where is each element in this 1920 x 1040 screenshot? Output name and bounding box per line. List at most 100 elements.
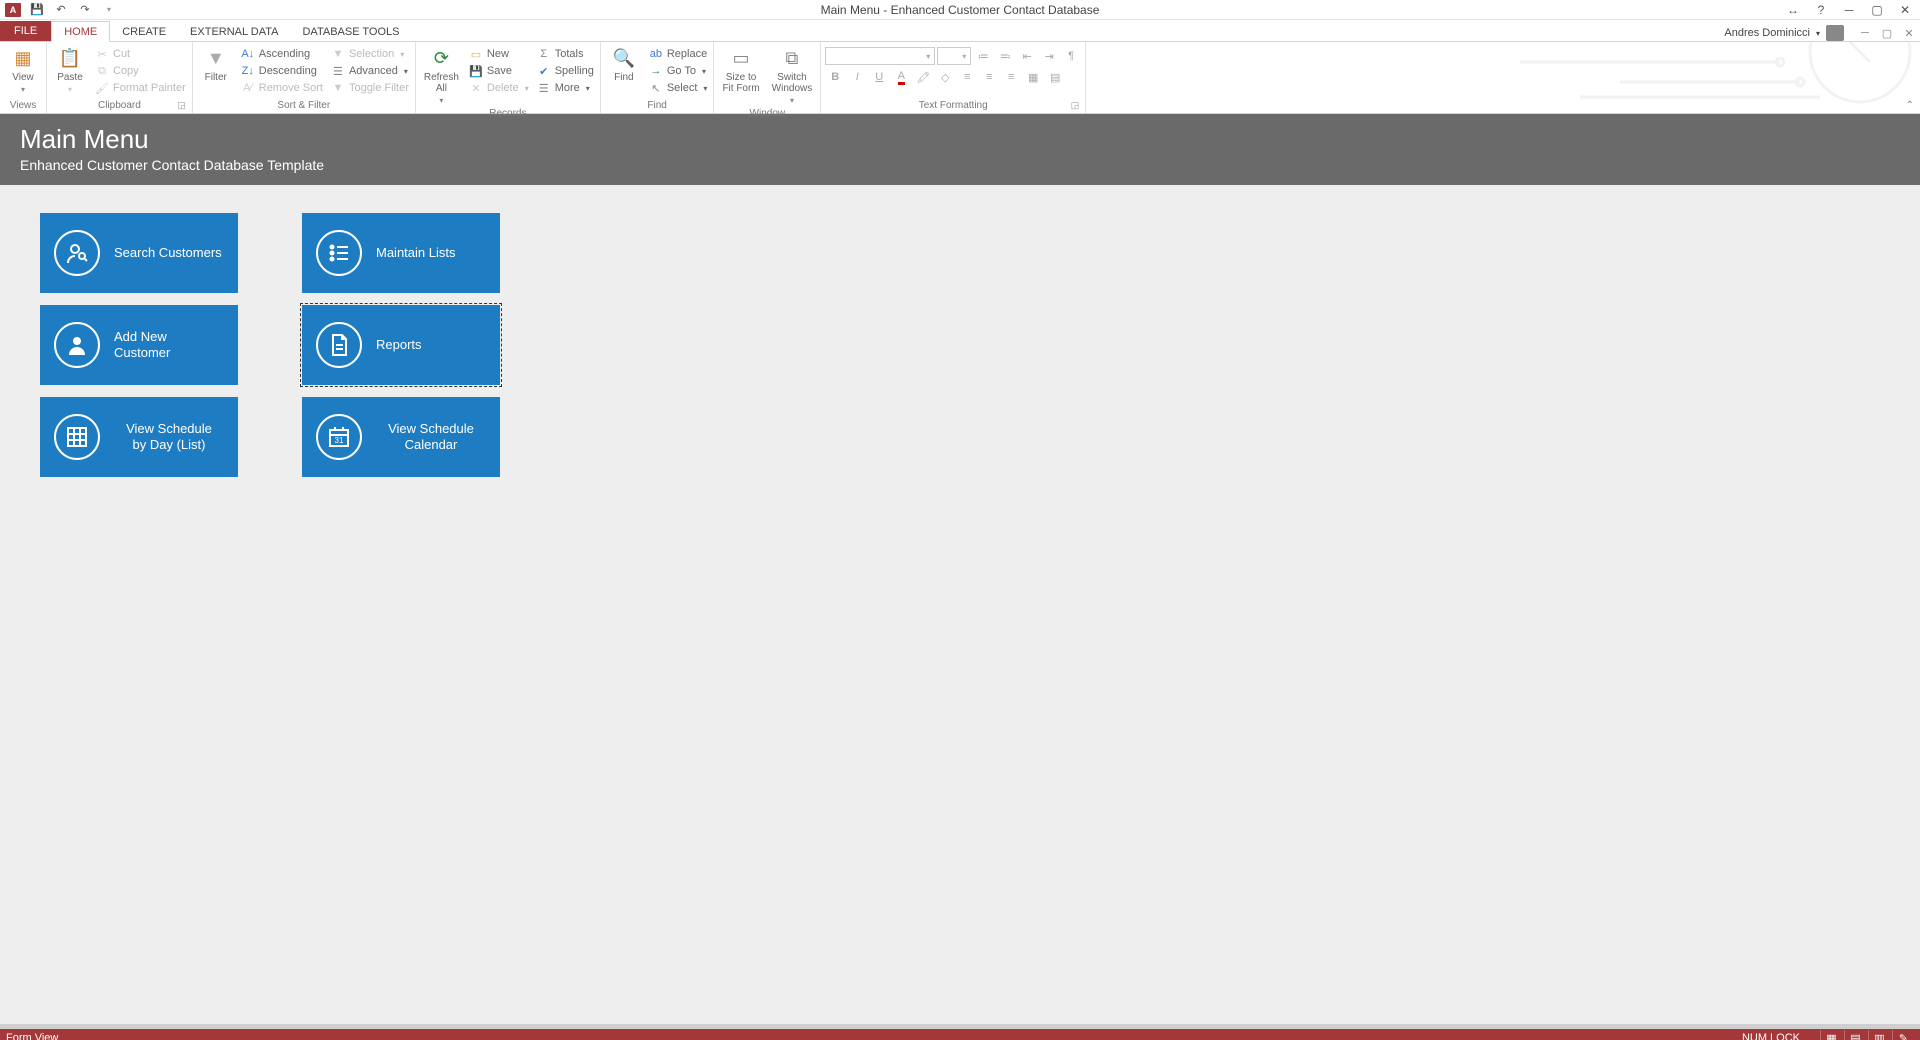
tile-add-customer[interactable]: Add New Customer [40,305,238,385]
sort-asc-icon: A↓ [241,47,255,61]
maximize-icon[interactable]: ▢ [1868,3,1886,17]
account-area: Andres Dominicci ▾ ─ ▢ ✕ [1724,25,1920,41]
spelling-button[interactable]: ✔Spelling [535,63,596,79]
svg-text:31: 31 [335,436,344,445]
tile-label: Search Customers [114,245,224,261]
italic-button[interactable]: I [847,68,867,86]
indent-increase-button[interactable]: ⇥ [1039,47,1059,65]
underline-button[interactable]: U [869,68,889,86]
tile-view-schedule-calendar[interactable]: 31 View Schedule Calendar [302,397,500,477]
alt-row-color-button[interactable]: ▤ [1045,68,1065,86]
page-subtitle: Enhanced Customer Contact Database Templ… [20,157,1900,173]
redo-icon[interactable]: ↷ [76,1,94,19]
dialog-launcher-icon[interactable]: ◲ [177,100,186,111]
tile-search-customers[interactable]: Search Customers [40,213,238,293]
paste-button[interactable]: 📋 Paste ▾ [51,44,89,96]
gridlines-button[interactable]: ▦ [1023,68,1043,86]
ribbon-tabs: FILE HOME CREATE EXTERNAL DATA DATABASE … [0,20,1920,42]
view-button[interactable]: ▦ View ▾ [4,44,42,96]
view-switcher: ▦ ▤ ▥ ✎ [1820,1030,1914,1040]
more-icon: ☰ [537,81,551,95]
indent-decrease-button[interactable]: ⇤ [1017,47,1037,65]
selection-button[interactable]: ▼Selection▾ [329,46,411,62]
tab-database-tools[interactable]: DATABASE TOOLS [290,22,411,41]
font-family-select[interactable]: ▾ [825,47,935,65]
descending-button[interactable]: Z↓Descending [239,63,325,79]
toggle-filter-icon: ▼ [331,81,345,95]
goto-icon: → [649,64,663,78]
app-icon[interactable]: A [4,1,22,19]
fill-color-button[interactable]: ◇ [935,68,955,86]
filter-button[interactable]: ▼ Filter [197,44,235,85]
save-icon[interactable]: 💾 [28,1,46,19]
tab-home[interactable]: HOME [51,21,110,42]
advanced-button[interactable]: ☰Advanced▾ [329,63,411,79]
numbering-button[interactable]: ≕ [995,47,1015,65]
close-icon[interactable]: ✕ [1896,3,1914,17]
layout-view-icon[interactable]: ▥ [1868,1030,1890,1040]
collapse-ribbon-icon[interactable]: ⌃ [1906,100,1914,111]
highlight-button[interactable]: 🖍 [913,68,933,86]
account-name[interactable]: Andres Dominicci [1724,27,1810,39]
cut-button[interactable]: ✂Cut [93,46,188,62]
account-dropdown-icon[interactable]: ▾ [1816,29,1820,38]
avatar[interactable] [1826,25,1844,41]
tab-external-data[interactable]: EXTERNAL DATA [178,22,290,41]
qat-customize-icon[interactable]: ▾ [100,1,118,19]
doc-restore-icon[interactable]: ▢ [1880,27,1894,40]
tab-create[interactable]: CREATE [110,22,178,41]
design-view-icon[interactable]: ✎ [1892,1030,1914,1040]
form-view-icon[interactable]: ▦ [1820,1030,1842,1040]
group-views: ▦ View ▾ Views [0,42,47,113]
delete-record-button[interactable]: ✕Delete▾ [467,80,531,96]
align-left-button[interactable]: ≡ [957,68,977,86]
goto-button[interactable]: →Go To▾ [647,63,710,79]
status-left: Form View [6,1032,58,1040]
remove-sort-button[interactable]: A⁄Remove Sort [239,80,325,96]
switch-windows-button[interactable]: ⧉ Switch Windows ▾ [768,44,817,107]
align-center-button[interactable]: ≡ [979,68,999,86]
touch-mode-icon[interactable]: ↔ [1784,3,1802,17]
doc-minimize-icon[interactable]: ─ [1858,27,1872,40]
tile-view-schedule-list[interactable]: View Schedule by Day (List) [40,397,238,477]
size-to-fit-button[interactable]: ▭ Size to Fit Form [718,44,763,96]
search-person-icon [54,230,100,276]
bold-button[interactable]: B [825,68,845,86]
minimize-icon[interactable]: ─ [1840,3,1858,17]
totals-button[interactable]: ΣTotals [535,46,596,62]
tile-reports[interactable]: Reports [302,305,500,385]
doc-close-icon[interactable]: ✕ [1902,27,1916,40]
window-controls: ↔ ? ─ ▢ ✕ [1784,3,1920,17]
text-direction-button[interactable]: ¶ [1061,47,1081,65]
delete-icon: ✕ [469,81,483,95]
more-button[interactable]: ☰More▾ [535,80,596,96]
copy-button[interactable]: ⧉Copy [93,63,188,79]
refresh-all-button[interactable]: ⟳ Refresh All ▾ [420,44,463,107]
font-size-select[interactable]: ▾ [937,47,971,65]
grid-icon [54,414,100,460]
select-button[interactable]: ↖Select▾ [647,80,710,96]
format-painter-icon: 🖌 [95,81,109,95]
help-icon[interactable]: ? [1812,3,1830,17]
paste-icon: 📋 [58,46,82,70]
save-record-button[interactable]: 💾Save [467,63,531,79]
remove-sort-icon: A⁄ [241,81,255,95]
find-button[interactable]: 🔍 Find [605,44,643,85]
group-text-formatting: ▾ ▾ ≔ ≕ ⇤ ⇥ ¶ B I U A 🖍 ◇ ≡ ≡ ≡ ▦ ▤ [821,42,1086,113]
toggle-filter-button[interactable]: ▼Toggle Filter [329,80,411,96]
format-painter-button[interactable]: 🖌Format Painter [93,80,188,96]
ascending-button[interactable]: A↓Ascending [239,46,325,62]
new-record-button[interactable]: ▭New [467,46,531,62]
undo-icon[interactable]: ↶ [52,1,70,19]
bullets-button[interactable]: ≔ [973,47,993,65]
replace-button[interactable]: abReplace [647,46,710,62]
switch-windows-icon: ⧉ [780,46,804,70]
tile-maintain-lists[interactable]: Maintain Lists [302,213,500,293]
font-color-button[interactable]: A [891,68,911,86]
datasheet-view-icon[interactable]: ▤ [1844,1030,1866,1040]
dialog-launcher-icon[interactable]: ◲ [1071,100,1080,111]
tile-label: View Schedule by Day (List) [114,421,224,453]
align-right-button[interactable]: ≡ [1001,68,1021,86]
tab-file[interactable]: FILE [0,21,51,41]
find-icon: 🔍 [612,46,636,70]
